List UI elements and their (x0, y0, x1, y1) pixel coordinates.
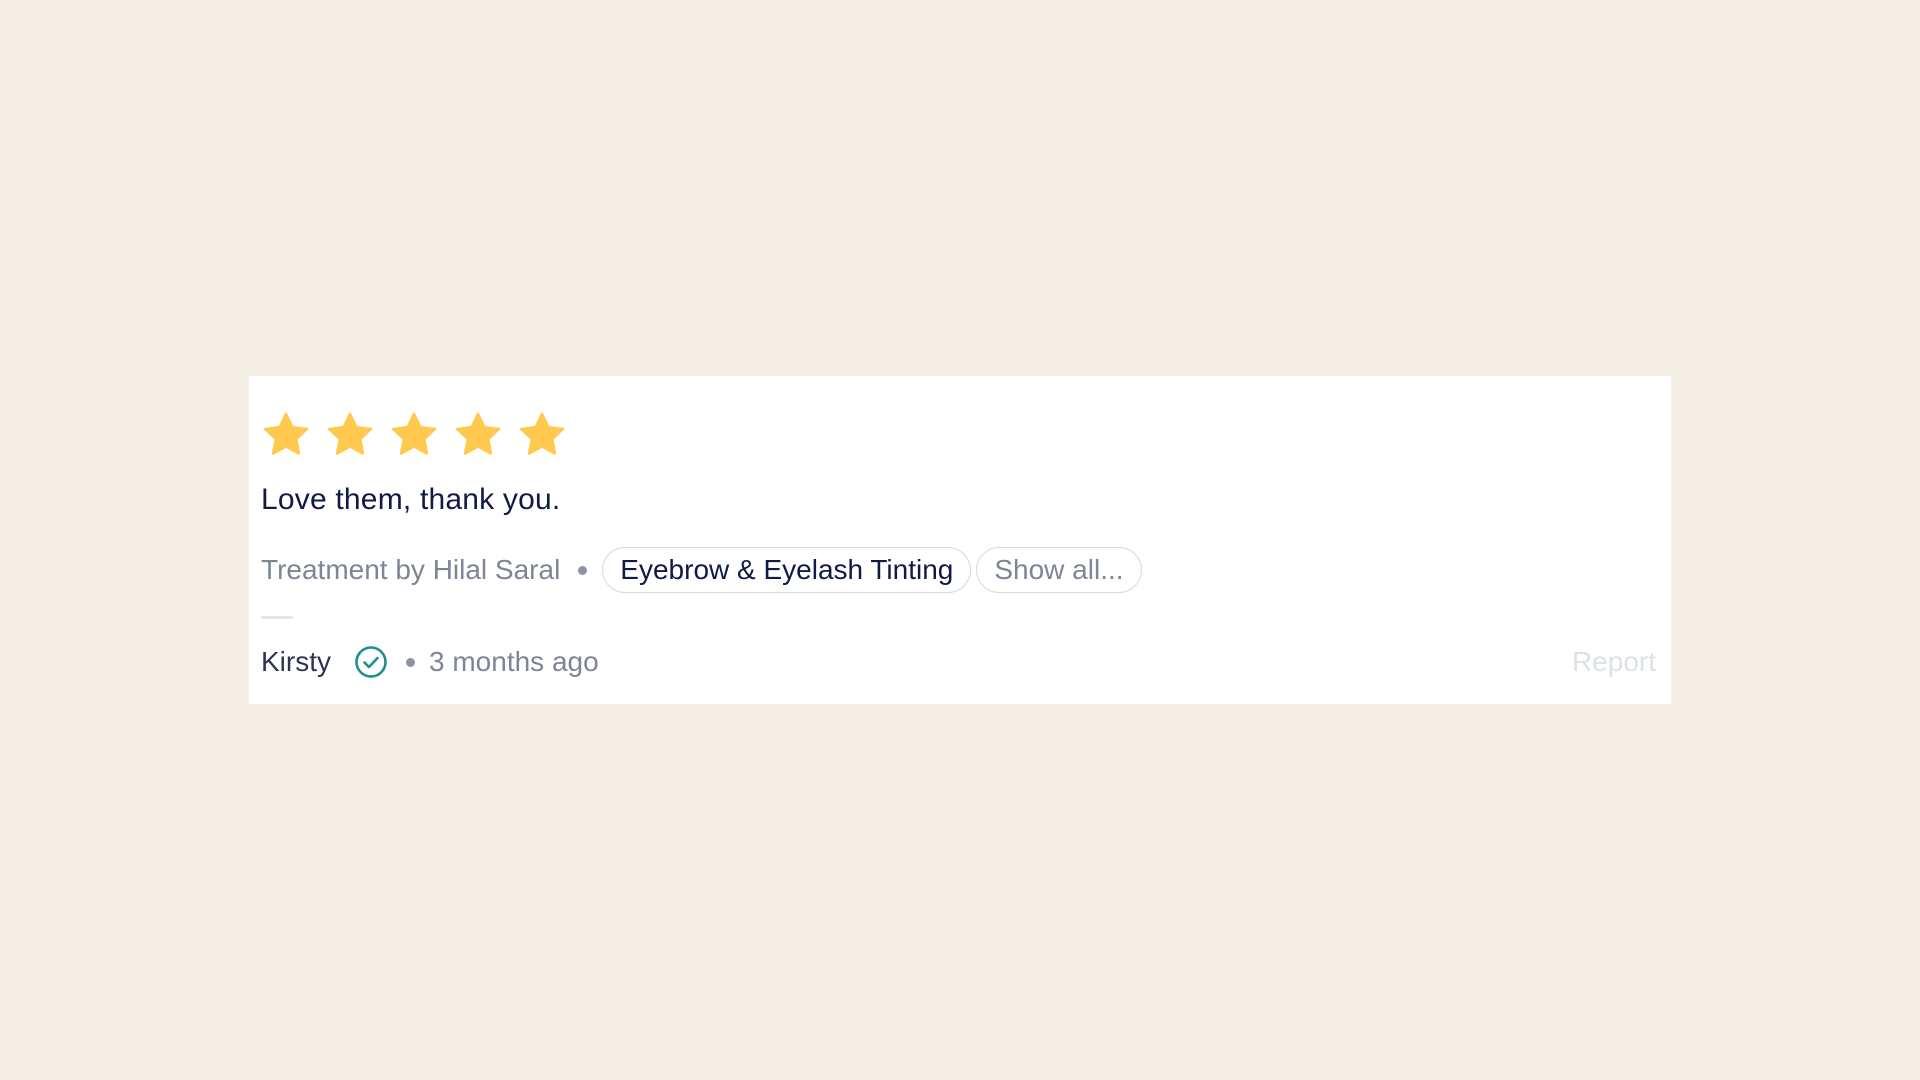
star-icon (327, 412, 373, 455)
star-icon (519, 412, 565, 455)
report-link[interactable]: Report (1572, 646, 1656, 678)
review-card: Love them, thank you. Treatment by Hilal… (249, 376, 1671, 704)
author-row: Kirsty 3 months ago Report (261, 638, 1656, 686)
treatment-row: Treatment by Hilal Saral Eyebrow & Eyela… (261, 546, 1656, 594)
separator-dot (406, 657, 415, 667)
separator-dot (578, 565, 588, 575)
star-rating (261, 410, 1656, 460)
star-icon (263, 412, 309, 455)
verified-check-circle-icon (355, 646, 387, 678)
star-icon (391, 412, 437, 455)
review-time: 3 months ago (429, 646, 599, 677)
treatment-chip[interactable]: Eyebrow & Eyelash Tinting (602, 547, 972, 593)
star-icon (455, 412, 501, 455)
treatment-by-label: Treatment by Hilal Saral (261, 554, 561, 585)
divider (261, 616, 293, 619)
review-text: Love them, thank you. (261, 483, 561, 516)
show-all-button[interactable]: Show all... (976, 547, 1142, 593)
author-name: Kirsty (261, 646, 331, 677)
